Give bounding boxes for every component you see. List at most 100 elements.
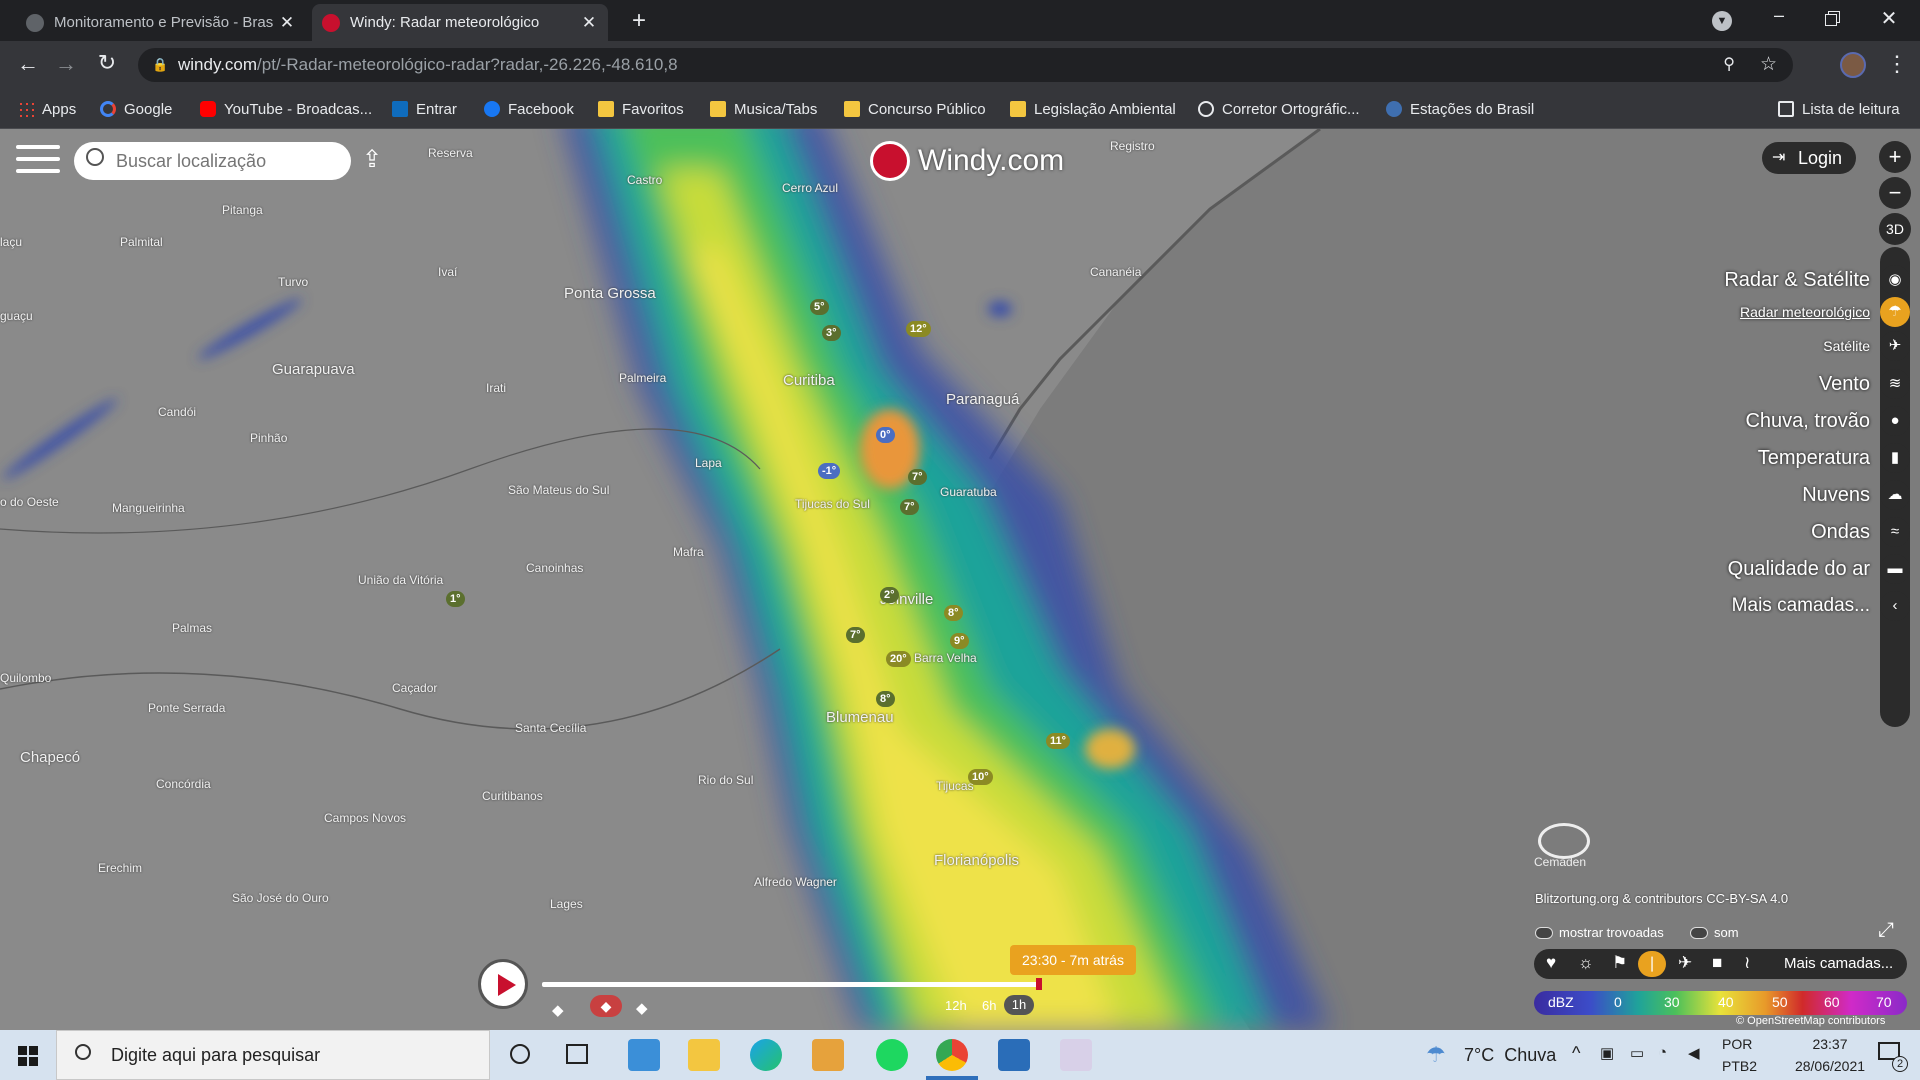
photos-icon[interactable] [998, 1039, 1030, 1071]
reload-icon[interactable]: ↻ [93, 50, 121, 76]
new-tab-button[interactable]: + [624, 6, 654, 36]
fullscreen-icon[interactable]: ⤢ [1878, 919, 1894, 942]
zoom-in-button[interactable]: + [1879, 141, 1911, 173]
temp-marker[interactable]: -1° [818, 463, 841, 479]
hamburger-menu-icon[interactable] [16, 143, 60, 177]
car-icon[interactable]: ▬ [1880, 554, 1910, 584]
play-button[interactable] [478, 959, 528, 1009]
restore-icon[interactable] [1820, 8, 1846, 30]
temp-marker[interactable]: 7° [908, 469, 927, 485]
address-bar[interactable]: 🔒 windy.com/pt/-Radar-meteorológico-rada… [138, 48, 1793, 82]
temp-marker[interactable]: 7° [846, 627, 865, 643]
normal-speed-icon[interactable]: ◆ [590, 995, 622, 1017]
forward-arrow-icon[interactable]: → [52, 51, 80, 77]
cortana-icon[interactable] [510, 1044, 530, 1064]
temp-marker[interactable]: 8° [944, 605, 963, 621]
bookmark-facebook[interactable]: Facebook [484, 89, 574, 129]
bookmark-concurso-publico[interactable]: Concurso Público [844, 89, 986, 129]
layer-radar-meteorologico[interactable]: Radar meteorológico [1740, 304, 1870, 320]
sound-toggle[interactable]: som [1690, 925, 1739, 940]
layer-qualidade-do-ar[interactable]: Qualidade do ar [1728, 558, 1870, 581]
layer-nuvens[interactable]: Nuvens [1802, 484, 1870, 507]
windy-logo[interactable]: Windy.com [870, 141, 1064, 181]
layer-mais-camadas[interactable]: Mais camadas... [1732, 595, 1870, 617]
tab-search-icon[interactable]: ▼ [1712, 11, 1732, 31]
range-6h[interactable]: 6h [982, 998, 996, 1013]
temp-marker[interactable]: 0° [876, 427, 895, 443]
tab-windy[interactable]: Windy: Radar meteorológico ✕ [312, 4, 608, 41]
wind-icon[interactable]: ≋ [1880, 369, 1910, 399]
airplane-icon[interactable]: ✈ [1678, 953, 1692, 973]
toggle-switch[interactable] [1690, 926, 1708, 939]
reading-list-button[interactable]: Lista de leitura [1778, 89, 1900, 129]
language-line2[interactable]: PTB2 [1722, 1058, 1757, 1074]
webcam-icon[interactable]: ■ [1712, 953, 1722, 973]
close-window-icon[interactable]: ✕ [1876, 6, 1902, 31]
fast-speed-icon[interactable]: ◆ [636, 999, 648, 1017]
bookmark-apps[interactable]: Apps [18, 89, 76, 129]
layer-satelite[interactable]: Satélite [1823, 338, 1870, 354]
temp-marker[interactable]: 3° [822, 325, 841, 341]
thunder-toggle[interactable]: mostrar trovoadas [1535, 925, 1664, 940]
temp-marker[interactable]: 1° [446, 591, 465, 607]
raindrop-icon[interactable]: ● [1880, 406, 1910, 436]
chrome-icon[interactable] [936, 1039, 968, 1071]
radar-icon[interactable]: ☂ [1880, 297, 1910, 327]
close-tab-icon[interactable]: ✕ [278, 13, 296, 33]
chrome-menu-icon[interactable]: ⋮ [1886, 49, 1908, 79]
range-1h[interactable]: 1h [1004, 995, 1034, 1015]
slow-speed-icon[interactable]: ◆ [552, 1001, 564, 1019]
file-explorer-icon[interactable] [688, 1039, 720, 1071]
more-layers-link[interactable]: Mais camadas... [1784, 955, 1893, 972]
weather-widget[interactable]: 7°C Chuva [1464, 1045, 1556, 1066]
range-12h[interactable]: 12h [945, 998, 967, 1013]
temp-marker[interactable]: 5° [810, 299, 829, 315]
taskbar-search-box[interactable]: Digite aqui para pesquisar [56, 1030, 490, 1080]
bookmark-favoritos[interactable]: Favoritos [598, 89, 684, 129]
layer-chuva-trovao[interactable]: Chuva, trovão [1745, 410, 1870, 433]
3d-button[interactable]: 3D [1879, 213, 1911, 245]
globe-icon[interactable]: ◉ [1880, 265, 1910, 295]
wifi-icon[interactable]: ◔ [1658, 1044, 1667, 1061]
layer-ondas[interactable]: Ondas [1811, 521, 1870, 544]
star-bookmark-icon[interactable]: ☆ [1760, 48, 1777, 82]
back-arrow-icon[interactable]: ← [14, 51, 42, 77]
volume-icon[interactable]: ◀ [1688, 1044, 1700, 1062]
paint-icon[interactable] [1060, 1039, 1092, 1071]
zoom-out-button[interactable]: − [1879, 177, 1911, 209]
tray-icon[interactable]: ▣ [1600, 1044, 1614, 1062]
task-view-icon[interactable] [566, 1044, 588, 1064]
search-box[interactable] [74, 142, 351, 180]
chevron-left-icon[interactable]: ‹ [1880, 591, 1910, 621]
thermometer-icon[interactable]: ▮ [1880, 443, 1910, 473]
signal-icon[interactable]: ≀ [1744, 953, 1750, 973]
weather-icon[interactable]: ☼ [1578, 953, 1594, 973]
cloud-icon[interactable]: ☁ [1880, 480, 1910, 510]
clock-time[interactable]: 23:37 [1790, 1036, 1870, 1052]
temp-marker[interactable]: 2° [880, 587, 899, 603]
spotify-icon[interactable] [876, 1039, 908, 1071]
bookmark-estacoes-do-brasil[interactable]: Estações do Brasil [1386, 89, 1534, 129]
thermometer-icon[interactable]: ❘ [1638, 951, 1666, 977]
language-line1[interactable]: POR [1722, 1036, 1752, 1052]
temp-marker[interactable]: 12° [906, 321, 931, 337]
location-pin-icon[interactable]: ⚲ [1723, 48, 1735, 82]
satellite-icon[interactable]: ✈ [1880, 331, 1910, 361]
weather-map[interactable]: Registro Reserva Castro Cerro Azul Pitan… [0, 129, 1920, 1030]
layer-temperatura[interactable]: Temperatura [1758, 447, 1870, 470]
bookmark-corretor-ortografico[interactable]: Corretor Ortográfic... [1198, 89, 1360, 129]
temp-marker[interactable]: 7° [900, 499, 919, 515]
temp-marker[interactable]: 9° [950, 633, 969, 649]
layer-vento[interactable]: Vento [1819, 373, 1870, 396]
windows-start-icon[interactable] [18, 1046, 38, 1066]
toggle-switch[interactable] [1535, 926, 1553, 939]
clock-date[interactable]: 28/06/2021 [1790, 1058, 1870, 1074]
minimize-icon[interactable]: – [1766, 5, 1792, 26]
layer-radar-satelite[interactable]: Radar & Satélite [1724, 269, 1870, 292]
outlook-app-icon[interactable] [628, 1039, 660, 1071]
battery-icon[interactable]: ▭ [1630, 1044, 1644, 1062]
bookmark-google[interactable]: Google [100, 89, 172, 129]
temp-marker[interactable]: 11° [1046, 733, 1071, 749]
login-button[interactable]: ⇥ Login [1762, 142, 1856, 174]
profile-avatar[interactable] [1840, 52, 1866, 78]
